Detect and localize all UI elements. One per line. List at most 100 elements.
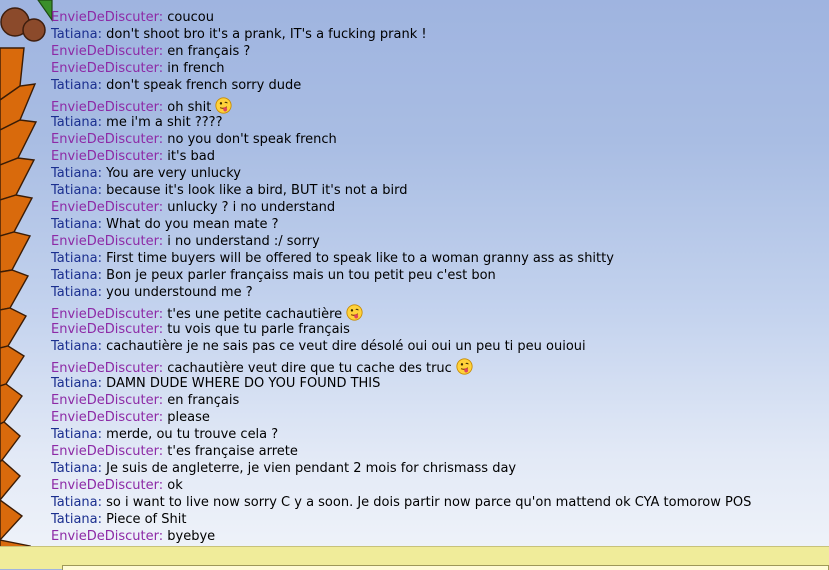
- message-author: EnvieDeDiscuter: [51, 361, 159, 376]
- chat-message: EnvieDeDiscuter: cachautière veut dire q…: [51, 355, 829, 376]
- author-separator: :: [158, 393, 168, 408]
- message-author: Tatiana: [51, 251, 98, 266]
- message-text: because it's look like a bird, BUT it's …: [106, 183, 408, 198]
- message-author: EnvieDeDiscuter: [51, 100, 159, 115]
- chat-message: Tatiana: Je suis de angleterre, je vien …: [51, 460, 829, 477]
- author-separator: :: [158, 529, 168, 544]
- chat-message: Tatiana: Piece of Shit: [51, 511, 829, 528]
- message-author: Tatiana: [51, 339, 98, 354]
- chat-message: Tatiana: don't shoot bro it's a prank, I…: [51, 26, 829, 43]
- message-text: Bon je peux parler françaiss mais un tou…: [106, 268, 496, 283]
- message-text: t'es française arrete: [167, 444, 298, 459]
- message-author: EnvieDeDiscuter: [51, 478, 159, 493]
- message-text: don't speak french sorry dude: [106, 78, 302, 93]
- message-text: coucou: [167, 10, 214, 25]
- message-author: Tatiana: [51, 427, 98, 442]
- chat-message: EnvieDeDiscuter: ok: [51, 477, 829, 494]
- message-author: EnvieDeDiscuter: [51, 234, 159, 249]
- chat-message: Tatiana: What do you mean mate ?: [51, 216, 829, 233]
- message-author: Tatiana: [51, 78, 98, 93]
- message-text: What do you mean mate ?: [106, 217, 279, 232]
- chat-message: Tatiana: Bon je peux parler françaiss ma…: [51, 267, 829, 284]
- message-text: First time buyers will be offered to spe…: [106, 251, 614, 266]
- chat-message: EnvieDeDiscuter: in french: [51, 60, 829, 77]
- author-separator: :: [97, 285, 107, 300]
- author-separator: :: [158, 61, 168, 76]
- author-separator: :: [158, 361, 168, 376]
- author-separator: :: [158, 322, 168, 337]
- message-author: Tatiana: [51, 461, 98, 476]
- chat-message: Tatiana: cachautière je ne sais pas ce v…: [51, 338, 829, 355]
- chat-message: EnvieDeDiscuter: tu vois que tu parle fr…: [51, 321, 829, 338]
- author-separator: :: [158, 200, 168, 215]
- author-separator: :: [97, 461, 107, 476]
- message-author: EnvieDeDiscuter: [51, 444, 159, 459]
- message-author: EnvieDeDiscuter: [51, 132, 159, 147]
- chat-message: EnvieDeDiscuter: byebye: [51, 528, 829, 545]
- chat-message: EnvieDeDiscuter: it's bad: [51, 148, 829, 165]
- message-author: EnvieDeDiscuter: [51, 322, 159, 337]
- author-separator: :: [97, 251, 107, 266]
- message-text: me i'm a shit ????: [106, 115, 223, 130]
- author-separator: :: [158, 100, 168, 115]
- chat-message: EnvieDeDiscuter: en français: [51, 392, 829, 409]
- message-author: EnvieDeDiscuter: [51, 10, 159, 25]
- input-bar: [0, 546, 829, 570]
- author-separator: :: [158, 132, 168, 147]
- author-separator: :: [97, 183, 107, 198]
- author-separator: :: [97, 268, 107, 283]
- message-text: t'es une petite cachautière: [167, 307, 343, 322]
- message-text: cachautière veut dire que tu cache des t…: [167, 361, 452, 376]
- chat-message: EnvieDeDiscuter: t'es une petite cachaut…: [51, 301, 829, 322]
- chat-message: Tatiana: DAMN DUDE WHERE DO YOU FOUND TH…: [51, 375, 829, 392]
- message-text: you understound me ?: [106, 285, 253, 300]
- chat-message: EnvieDeDiscuter: i no understand :/ sorr…: [51, 233, 829, 250]
- message-author: EnvieDeDiscuter: [51, 529, 159, 544]
- message-text: ok: [167, 478, 183, 493]
- message-author: EnvieDeDiscuter: [51, 307, 159, 322]
- message-author: EnvieDeDiscuter: [51, 44, 159, 59]
- message-text: Piece of Shit: [106, 512, 187, 527]
- message-text: DAMN DUDE WHERE DO YOU FOUND THIS: [106, 376, 381, 391]
- author-separator: :: [97, 217, 107, 232]
- chat-message: Tatiana: because it's look like a bird, …: [51, 182, 829, 199]
- message-author: Tatiana: [51, 495, 98, 510]
- message-text: tu vois que tu parle français: [167, 322, 350, 337]
- chat-message: Tatiana: You are very unlucky: [51, 165, 829, 182]
- message-text: oh shit: [167, 100, 212, 115]
- message-author: Tatiana: [51, 27, 98, 42]
- message-author: EnvieDeDiscuter: [51, 410, 159, 425]
- message-author: Tatiana: [51, 285, 98, 300]
- message-text: so i want to live now sorry C y a soon. …: [106, 495, 752, 510]
- chat-message: EnvieDeDiscuter: oh shit: [51, 94, 829, 115]
- message-text: don't shoot bro it's a prank, IT's a fuc…: [106, 27, 427, 42]
- message-text: en français ?: [167, 44, 251, 59]
- chat-message: EnvieDeDiscuter: unlucky ? i no understa…: [51, 199, 829, 216]
- message-text: no you don't speak french: [167, 132, 337, 147]
- author-separator: :: [158, 149, 168, 164]
- message-author: Tatiana: [51, 166, 98, 181]
- message-author: EnvieDeDiscuter: [51, 149, 159, 164]
- message-text: byebye: [167, 529, 216, 544]
- author-separator: :: [97, 27, 107, 42]
- author-separator: :: [97, 339, 107, 354]
- author-separator: :: [97, 512, 107, 527]
- message-text: unlucky ? i no understand: [167, 200, 336, 215]
- message-author: Tatiana: [51, 115, 98, 130]
- message-text: Je suis de angleterre, je vien pendant 2…: [106, 461, 517, 476]
- message-text: merde, ou tu trouve cela ?: [106, 427, 279, 442]
- message-text: please: [167, 410, 210, 425]
- chat-log: EnvieDeDiscuter: coucou Tatiana: don't sh…: [51, 9, 829, 545]
- chat-message: EnvieDeDiscuter: t'es française arrete: [51, 443, 829, 460]
- message-author: Tatiana: [51, 268, 98, 283]
- message-author: EnvieDeDiscuter: [51, 393, 159, 408]
- message-author: Tatiana: [51, 376, 98, 391]
- chat-message: Tatiana: merde, ou tu trouve cela ?: [51, 426, 829, 443]
- message-author: Tatiana: [51, 217, 98, 232]
- author-separator: :: [158, 44, 168, 59]
- tongue-out-smiley-icon: [456, 358, 473, 375]
- message-author: Tatiana: [51, 183, 98, 198]
- author-separator: :: [158, 444, 168, 459]
- tongue-out-smiley-icon: [215, 97, 232, 114]
- chat-message: Tatiana: me i'm a shit ????: [51, 114, 829, 131]
